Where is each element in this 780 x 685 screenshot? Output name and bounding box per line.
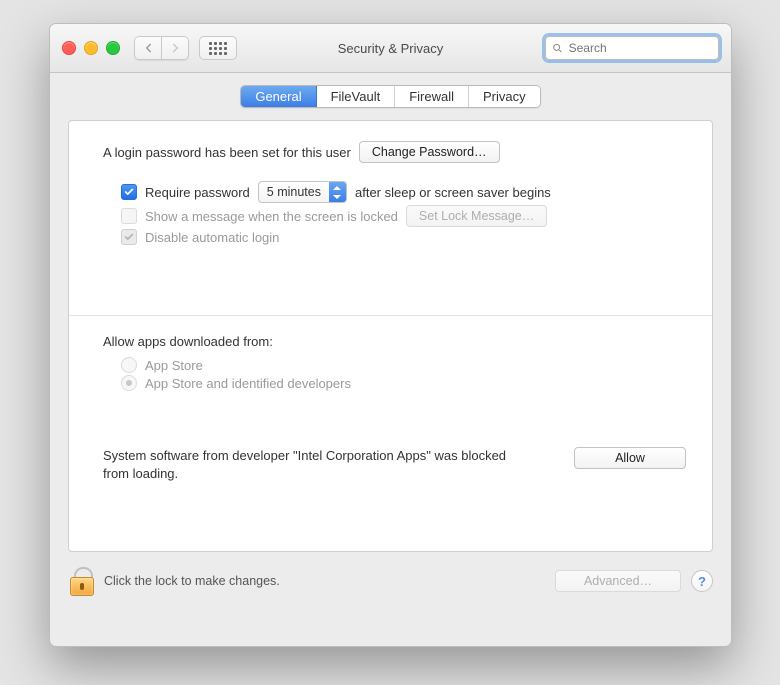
back-button[interactable]: [134, 36, 161, 60]
chevron-up-down-icon: [329, 182, 346, 202]
search-icon: [552, 42, 563, 54]
radio-app-store-and-identified: [121, 375, 137, 391]
require-password-delay-select[interactable]: 5 minutes: [258, 181, 347, 203]
require-password-suffix: after sleep or screen saver begins: [355, 185, 551, 200]
tab-privacy[interactable]: Privacy: [469, 86, 540, 107]
grid-icon: [209, 42, 227, 55]
zoom-icon[interactable]: [106, 41, 120, 55]
general-panel: A login password has been set for this u…: [68, 120, 713, 552]
search-field[interactable]: [567, 40, 712, 56]
show-all-button[interactable]: [199, 36, 237, 60]
require-password-label: Require password: [145, 185, 250, 200]
advanced-button: Advanced…: [555, 570, 681, 592]
forward-button[interactable]: [161, 36, 189, 60]
lock-hint: Click the lock to make changes.: [104, 574, 280, 588]
tab-firewall[interactable]: Firewall: [395, 86, 469, 107]
prefs-window: Security & Privacy General FileVault Fir…: [49, 23, 732, 647]
require-password-delay-value: 5 minutes: [259, 185, 329, 199]
titlebar: Security & Privacy: [50, 24, 731, 73]
divider: [69, 315, 712, 316]
blocked-software-message: System software from developer "Intel Co…: [103, 447, 523, 482]
lock-icon[interactable]: [68, 566, 94, 596]
tabs: General FileVault Firewall Privacy: [50, 73, 731, 108]
radio-app-store: [121, 357, 137, 373]
footer: Click the lock to make changes. Advanced…: [50, 552, 731, 596]
search-input[interactable]: [545, 36, 719, 60]
tab-filevault[interactable]: FileVault: [317, 86, 396, 107]
show-lock-message-checkbox[interactable]: [121, 208, 137, 224]
disable-auto-login-label: Disable automatic login: [145, 230, 279, 245]
gatekeeper-heading: Allow apps downloaded from:: [103, 334, 686, 349]
window-controls: [62, 41, 120, 55]
show-lock-message-label: Show a message when the screen is locked: [145, 209, 398, 224]
radio-app-store-and-identified-label: App Store and identified developers: [145, 376, 351, 391]
close-icon[interactable]: [62, 41, 76, 55]
change-password-button[interactable]: Change Password…: [359, 141, 500, 163]
set-lock-message-button: Set Lock Message…: [406, 205, 547, 227]
allow-button[interactable]: Allow: [574, 447, 686, 469]
minimize-icon[interactable]: [84, 41, 98, 55]
disable-auto-login-checkbox: [121, 229, 137, 245]
help-button[interactable]: ?: [691, 570, 713, 592]
nav-back-forward: [134, 36, 189, 60]
radio-app-store-label: App Store: [145, 358, 203, 373]
require-password-checkbox[interactable]: [121, 184, 137, 200]
login-password-status: A login password has been set for this u…: [103, 145, 351, 160]
tab-general[interactable]: General: [241, 86, 316, 107]
